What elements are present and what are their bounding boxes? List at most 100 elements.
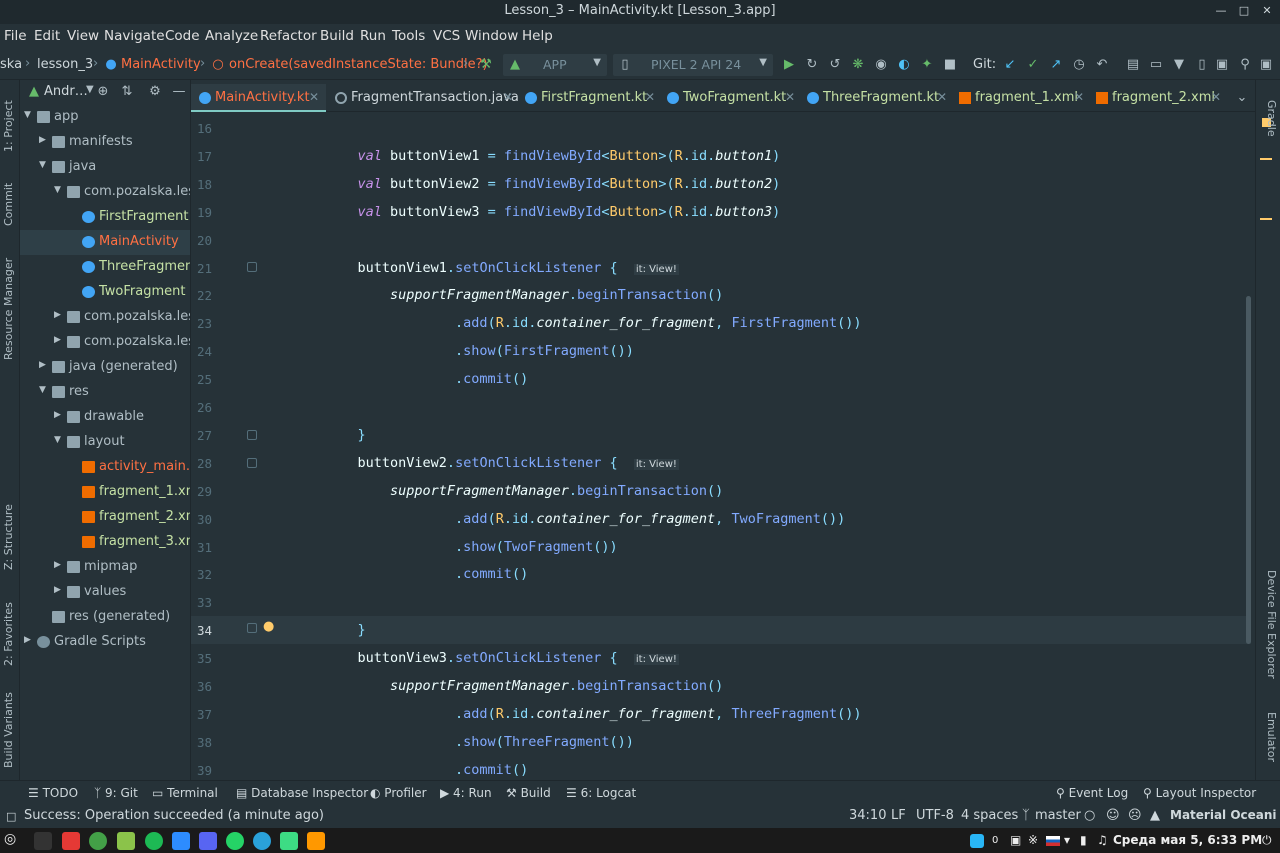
tree-item[interactable]: ▶ com.pozalska.lessc [20,330,190,355]
menu-build[interactable]: Build [320,28,354,44]
code-line[interactable]: 19 val buttonView3 = findViewById<Button… [191,198,1251,226]
git-branch[interactable]: master [1035,808,1081,823]
tree-item[interactable]: fragment_1.xml [20,480,190,505]
tree-item[interactable]: ▼ app [20,105,190,130]
file-encoding[interactable]: UTF-8 [916,808,954,823]
code-text[interactable]: supportFragmentManager.beginTransaction(… [325,678,723,694]
wifi-icon[interactable]: ▾ [1064,833,1070,847]
lock-icon[interactable]: ○ [1084,808,1095,823]
code-text[interactable]: buttonView3.setOnClickListener { it: Vie… [325,650,679,666]
code-text[interactable]: .add(R.id.container_for_fragment, FirstF… [325,315,861,331]
sad-icon[interactable]: ☹ [1128,808,1142,823]
code-line[interactable]: 29 supportFragmentManager.beginTransacti… [191,477,1251,505]
line-separator[interactable]: LF [891,808,906,823]
tool-todo[interactable]: ☰ TODO [28,786,78,800]
code-text[interactable]: buttonView2.setOnClickListener { it: Vie… [325,455,679,471]
code-line[interactable]: 31 .show(TwoFragment()) [191,533,1251,561]
code-text[interactable]: } [325,427,366,443]
fold-icon[interactable] [247,430,257,440]
settings-icon[interactable]: ▣ [1258,57,1274,73]
warning-marker[interactable] [1260,158,1272,160]
project-structure-icon[interactable]: ▤ [1125,57,1141,73]
breadcrumb-class[interactable]: MainActivity [121,57,201,72]
rollback-icon[interactable]: ↶ [1094,57,1110,73]
tool-layout-inspector[interactable]: ⚲ Layout Inspector [1143,786,1256,800]
chevron-right-icon[interactable]: ▶ [54,585,61,595]
start-menu-icon[interactable]: ◎ [4,831,16,847]
status-square-icon[interactable]: □ [6,810,16,823]
code-text[interactable]: .add(R.id.container_for_fragment, ThreeF… [325,706,861,722]
chevron-right-icon[interactable]: ▶ [24,635,31,645]
tree-item[interactable]: ▶ mipmap [20,555,190,580]
module-dropdown[interactable]: ▲ APP ▼ [503,54,607,76]
menu-analyze[interactable]: Analyze [205,28,258,44]
tool-git[interactable]: ᛉ 9: Git [94,786,138,800]
chevron-down-icon[interactable]: ▼ [24,110,31,120]
tool-profiler[interactable]: ◐ Profiler [370,786,427,800]
code-text[interactable]: supportFragmentManager.beginTransaction(… [325,483,723,499]
tab-threefragment[interactable]: ThreeFragment.kt ✕ [799,84,951,112]
tool-window-project[interactable]: 1: Project [2,100,15,152]
code-text[interactable]: val buttonView2 = findViewById<Button>(R… [325,176,781,192]
git-update-icon[interactable]: ↙ [1002,57,1018,73]
code-text[interactable]: } [325,622,366,638]
code-text[interactable]: buttonView1.setOnClickListener { it: Vie… [325,260,679,276]
zoom-icon[interactable] [172,832,190,850]
code-text[interactable]: val buttonView1 = findViewById<Button>(R… [325,148,781,164]
tree-item[interactable]: res (generated) [20,605,190,630]
status-message[interactable]: Success: Operation succeeded (a minute a… [24,808,324,823]
close-icon[interactable]: ✕ [503,90,513,104]
chevron-right-icon[interactable]: ▶ [54,310,61,320]
tree-item[interactable]: ▼ res [20,380,190,405]
code-line[interactable]: 38 .show(ThreeFragment()) [191,728,1251,756]
tool-window-emulator[interactable]: Emulator [1265,712,1278,762]
code-line[interactable]: 27 } [191,421,1251,449]
device-manager-icon[interactable]: ▯ [1194,57,1210,73]
lightbulb-icon[interactable]: ● [263,619,274,634]
tree-item[interactable]: ▶ com.pozalska.lessc [20,305,190,330]
apply-code-changes-icon[interactable]: ↺ [827,57,843,73]
chevron-down-icon[interactable]: ▼ [54,185,61,195]
tool-event-log[interactable]: ⚲ Event Log [1056,786,1128,800]
code-line[interactable]: 23 .add(R.id.container_for_fragment, Fir… [191,309,1251,337]
tool-window-favorites[interactable]: 2: Favorites [2,602,15,666]
code-text[interactable]: .show(FirstFragment()) [325,343,634,359]
tool-window-device-file-explorer[interactable]: Device File Explorer [1265,570,1278,679]
tab-fragment-2-xml[interactable]: fragment_2.xml ✕ [1088,84,1225,112]
tree-item[interactable]: ▶ manifests [20,130,190,155]
bluetooth-icon[interactable]: ※ [1028,833,1038,847]
assistant-icon[interactable]: ▣ [1214,57,1230,73]
close-icon[interactable]: ✕ [785,90,795,104]
tray-icon[interactable]: ▣ [1010,833,1021,847]
avd-manager-icon[interactable]: ▭ [1148,57,1164,73]
code-line[interactable]: 34 } [191,616,1251,645]
locate-icon[interactable]: ⊕ [95,84,111,100]
code-line[interactable]: 33 [191,588,1251,616]
code-line[interactable]: 16 [191,114,1251,142]
search-icon[interactable]: ⚲ [1237,57,1253,73]
breadcrumb-project[interactable]: ska [0,57,22,72]
code-line[interactable]: 39 .commit() [191,756,1251,780]
theme-name[interactable]: Material Oceani [1170,808,1277,822]
close-icon[interactable]: ✕ [1260,4,1274,18]
chevron-right-icon[interactable]: ▶ [54,560,61,570]
tool-database-inspector[interactable]: ▤ Database Inspector [236,786,368,800]
chrome-icon[interactable] [89,832,107,850]
power-icon[interactable]: ⏻ [1262,833,1272,848]
caret-position[interactable]: 34:10 [849,808,886,823]
hammer-icon[interactable]: ⚒ [478,57,494,73]
menu-file[interactable]: File [4,28,27,44]
tree-item[interactable]: MainActivity [20,230,190,255]
chevron-right-icon[interactable]: ▶ [39,135,46,145]
tree-item[interactable]: ▶ values [20,580,190,605]
android-studio-icon[interactable] [280,832,298,850]
code-line[interactable]: 25 .commit() [191,365,1251,393]
code-text[interactable]: .commit() [325,566,528,582]
tool-window-structure[interactable]: Z: Structure [2,504,15,570]
code-line[interactable]: 18 val buttonView2 = findViewById<Button… [191,170,1251,198]
chevron-right-icon[interactable]: ▶ [39,360,46,370]
tool-window-resource-manager[interactable]: Resource Manager [2,258,15,360]
menu-tools[interactable]: Tools [392,28,425,44]
tree-item[interactable]: ▶ java (generated) [20,355,190,380]
tree-item[interactable]: fragment_3.xml [20,530,190,555]
